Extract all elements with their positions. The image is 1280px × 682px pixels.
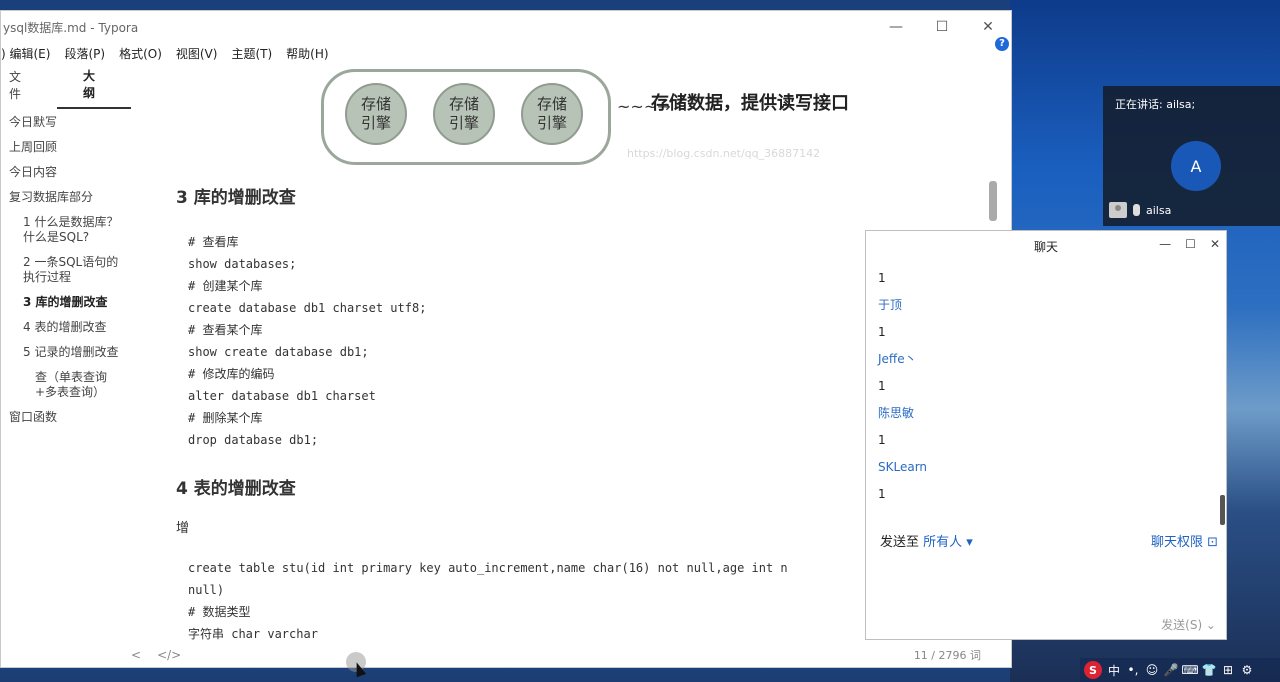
menu-view[interactable]: 视图(V): [176, 45, 218, 62]
code-block-table[interactable]: create table stu(id int primary key auto…: [188, 557, 788, 645]
menu-bar: ) 编辑(E) 段落(P) 格式(O) 视图(V) 主题(T) 帮助(H): [1, 43, 1011, 63]
chat-sender-name: Jeffe丶: [878, 352, 917, 366]
chat-scrollbar[interactable]: [1220, 495, 1225, 525]
toggle-sidebar-icon[interactable]: <: [131, 648, 141, 662]
heading-db: 3 库的增删改查: [176, 188, 296, 208]
chat-send-row: 发送至 所有人 ▾ 聊天权限 ⊡: [880, 531, 1218, 550]
skin-icon[interactable]: 👕: [1202, 663, 1217, 677]
code-line: null): [188, 583, 225, 597]
menu-help[interactable]: 帮助(H): [286, 45, 328, 62]
code-line: drop database db1;: [188, 433, 319, 447]
chat-message-list: 1 于顶 1 Jeffe丶 1 陈思敏 1 SKLearn 1: [878, 265, 1208, 508]
outline-item[interactable]: 4 表的增删改查: [1, 320, 131, 335]
heading-table: 4 表的增删改查: [176, 479, 296, 499]
menu-paragraph[interactable]: 段落(P): [64, 45, 105, 62]
toolbox-icon[interactable]: ⊞: [1221, 663, 1235, 677]
maximize-button[interactable]: ☐: [919, 11, 965, 43]
participant-row[interactable]: ailsa: [1109, 202, 1171, 218]
system-tray: S 中 •, ☺ 🎤 ⌨ 👕 ⊞ ⚙: [1080, 658, 1280, 682]
emoji-icon[interactable]: ☺: [1145, 663, 1159, 677]
menu-edit[interactable]: ) 编辑(E): [1, 45, 50, 62]
send-to[interactable]: 发送至 所有人 ▾: [880, 531, 973, 550]
typora-window: ysql数据库.md - Typora — ☐ ✕ ) 编辑(E) 段落(P) …: [0, 10, 1012, 668]
send-target-dropdown[interactable]: 所有人 ▾: [923, 535, 973, 550]
window-title: ysql数据库.md - Typora: [3, 20, 139, 35]
chat-sender-name: 陈思敏: [878, 406, 915, 420]
outline-item[interactable]: 今日默写: [1, 115, 131, 130]
editor-scrollbar[interactable]: [989, 181, 997, 221]
speaker-panel: 正在讲话: ailsa; A ailsa: [1103, 86, 1280, 226]
tab-outline[interactable]: 大纲: [57, 61, 131, 109]
avatar: A: [1171, 141, 1221, 191]
status-bar: < </> 11 / 2796 词: [1, 643, 1011, 667]
chat-sender-name: SKLearn: [878, 460, 928, 474]
code-line: alter database db1 charset: [188, 389, 376, 403]
chat-sender-name: 于顶: [878, 298, 903, 312]
code-block-db[interactable]: # 查看库 show databases; # 创建某个库 create dat…: [188, 231, 426, 451]
code-line: show databases;: [188, 257, 297, 271]
code-line: # 查看库: [188, 235, 239, 249]
microphone-icon: [1133, 204, 1140, 216]
keyboard-icon[interactable]: ⌨: [1181, 663, 1198, 677]
outline-item[interactable]: 复习数据库部分: [1, 190, 131, 205]
code-line: show create database db1;: [188, 345, 369, 359]
code-line: # 修改库的编码: [188, 367, 275, 381]
tab-files[interactable]: 文件: [1, 68, 39, 102]
chat-message-text: 1: [878, 271, 886, 285]
watermark: https://blog.csdn.net/qq_36887142: [627, 147, 821, 160]
punctuation-icon[interactable]: •,: [1126, 663, 1140, 677]
menu-format[interactable]: 格式(O): [119, 45, 162, 62]
chat-message-text: 1: [878, 325, 886, 339]
word-count[interactable]: 11 / 2796 词: [914, 647, 981, 663]
code-line: 字符串 char varchar: [188, 627, 318, 641]
engine-circle: 存储 引擎: [345, 83, 407, 145]
engine-circle: 存储 引擎: [521, 83, 583, 145]
typora-titlebar: ysql数据库.md - Typora — ☐ ✕: [1, 11, 1011, 43]
outline-item[interactable]: 5 记录的增删改查: [1, 345, 131, 360]
participant-name: ailsa: [1146, 203, 1172, 217]
chat-maximize-button[interactable]: ☐: [1185, 237, 1196, 251]
outline-item[interactable]: 今日内容: [1, 165, 131, 180]
sketch-note: 存储数据，提供读写接口: [651, 93, 849, 114]
outline-list: 今日默写 上周回顾 今日内容 复习数据库部分 1 什么是数据库？什么是SQL? …: [1, 101, 131, 425]
outline-item[interactable]: 1 什么是数据库？什么是SQL?: [1, 215, 131, 245]
user-icon: [1109, 202, 1127, 218]
source-code-icon[interactable]: </>: [157, 648, 181, 662]
microphone-icon[interactable]: 🎤: [1164, 663, 1179, 677]
code-line: create table stu(id int primary key auto…: [188, 561, 788, 575]
code-line: # 删除某个库: [188, 411, 263, 425]
outline-item[interactable]: 2 一条SQL语句的执行过程: [1, 255, 131, 285]
outline-item-current[interactable]: 3 库的增删改查: [1, 295, 131, 310]
code-line: create database db1 charset utf8;: [188, 301, 427, 315]
ime-mode[interactable]: 中: [1107, 663, 1121, 678]
chat-message-text: 1: [878, 487, 886, 501]
outline-item[interactable]: 上周回顾: [1, 140, 131, 155]
sidebar: 文件 大纲 今日默写 上周回顾 今日内容 复习数据库部分 1 什么是数据库？什么…: [1, 69, 131, 649]
send-button[interactable]: 发送(S) ⌄: [1161, 616, 1216, 633]
engine-circle: 存储 引擎: [433, 83, 495, 145]
settings-icon[interactable]: ⚙: [1240, 663, 1254, 677]
minimize-button[interactable]: —: [873, 11, 919, 43]
chat-window: 聊天 — ☐ ✕ 1 于顶 1 Jeffe丶 1 陈思敏 1 SKLearn 1…: [865, 230, 1227, 640]
code-line: # 查看某个库: [188, 323, 263, 337]
chat-titlebar: 聊天 — ☐ ✕: [866, 231, 1226, 261]
sogou-ime-icon[interactable]: S: [1084, 661, 1102, 679]
speaking-status: 正在讲话: ailsa;: [1115, 98, 1196, 111]
chat-message-text: 1: [878, 433, 886, 447]
outline-item[interactable]: 窗口函数: [1, 410, 131, 425]
menu-theme[interactable]: 主题(T): [231, 45, 272, 62]
paragraph-add: 增: [176, 521, 190, 536]
code-line: # 创建某个库: [188, 279, 263, 293]
outline-item[interactable]: 查（单表查询+多表查询）: [1, 370, 131, 400]
chat-permission-button[interactable]: 聊天权限 ⊡: [1151, 531, 1218, 550]
chat-close-button[interactable]: ✕: [1210, 237, 1220, 251]
chat-minimize-button[interactable]: —: [1159, 237, 1171, 251]
code-line: # 数据类型: [188, 605, 251, 619]
help-icon[interactable]: ?: [995, 37, 1009, 51]
chat-message-text: 1: [878, 379, 886, 393]
